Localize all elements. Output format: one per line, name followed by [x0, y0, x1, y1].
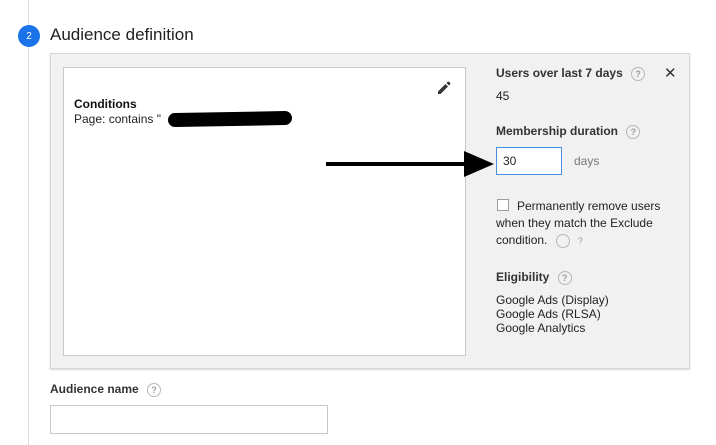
audience-name-label: Audience name ? — [50, 382, 162, 397]
days-unit-label: days — [574, 154, 600, 168]
users-label: Users over last 7 days ? — [496, 66, 646, 81]
help-icon[interactable]: ? — [631, 67, 646, 81]
help-icon[interactable]: ? — [557, 271, 572, 285]
audience-name-label-text: Audience name — [50, 382, 139, 396]
eligibility-label: Eligibility ? — [496, 270, 572, 285]
pencil-icon[interactable] — [436, 80, 452, 96]
step-number-badge: 2 — [18, 25, 40, 47]
step-connector-line — [28, 0, 29, 445]
condition-text: Page: contains " — [74, 112, 161, 126]
users-label-text: Users over last 7 days — [496, 66, 623, 80]
membership-duration-input[interactable] — [496, 147, 562, 175]
permanent-remove-label: Permanently remove users when they match… — [496, 198, 678, 249]
arrow-annotation — [326, 151, 494, 177]
audience-name-input[interactable] — [50, 405, 328, 434]
step-title: Audience definition — [50, 25, 194, 44]
users-count: 45 — [496, 89, 510, 103]
help-icon[interactable]: ? — [147, 383, 162, 397]
eligibility-item: Google Ads (Display) — [496, 293, 609, 307]
membership-label-text: Membership duration — [496, 124, 619, 138]
eligibility-item: Google Ads (RLSA) — [496, 307, 601, 321]
eligibility-list: Google Ads (Display) Google Ads (RLSA) G… — [496, 293, 609, 335]
eligibility-label-text: Eligibility — [496, 270, 550, 284]
help-icon[interactable]: ? — [555, 234, 583, 248]
eligibility-item: Google Analytics — [496, 321, 586, 335]
redaction-mark — [167, 110, 293, 128]
close-icon[interactable]: ✕ — [664, 64, 677, 82]
help-icon[interactable]: ? — [626, 125, 641, 139]
conditions-title: Conditions — [74, 97, 137, 111]
membership-label: Membership duration ? — [496, 124, 641, 139]
